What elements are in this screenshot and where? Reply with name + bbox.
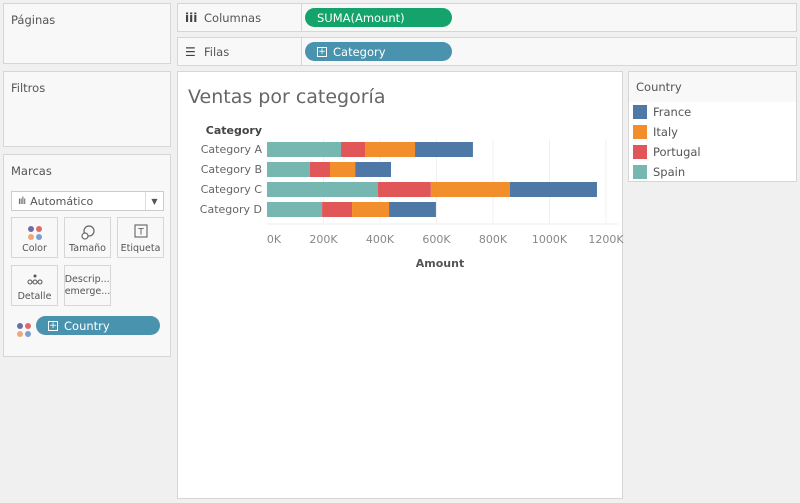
bar-segment-france[interactable]: [509, 182, 597, 197]
x-tick-label: 1000K: [532, 233, 568, 246]
chevron-down-icon[interactable]: ▼: [145, 192, 163, 210]
bar-segment-spain[interactable]: [267, 202, 323, 217]
x-tick-label: 0K: [267, 233, 282, 246]
rows-shelf[interactable]: ☰ Filas + Category: [177, 37, 797, 66]
bar-segment-france[interactable]: [355, 162, 392, 177]
bar-segment-france[interactable]: [389, 202, 436, 217]
marks-title: Marcas: [11, 164, 52, 178]
legend-item-spain[interactable]: Spain: [629, 162, 796, 182]
marks-panel: Marcas ıılı Automático ▼ Color Tamaño T …: [3, 154, 171, 357]
row-header: Category: [206, 124, 262, 137]
columns-label: Columnas: [204, 10, 262, 25]
legend-label: Portugal: [653, 145, 701, 159]
color-dots-icon: [12, 224, 57, 240]
legend-label: Spain: [653, 165, 686, 179]
size-icon: [65, 224, 110, 243]
legend-label: France: [653, 105, 692, 119]
legend-item-portugal[interactable]: Portugal: [629, 142, 796, 162]
legend-title: Country: [629, 72, 796, 102]
country-color-pill[interactable]: + Country: [36, 316, 160, 335]
x-tick-label: 600K: [422, 233, 451, 246]
bar-mark-icon: ıılı: [18, 195, 26, 207]
bar-segment-italy[interactable]: [352, 202, 390, 217]
x-tick-label: 400K: [366, 233, 395, 246]
category-label: Category D: [200, 203, 262, 216]
pages-title: Páginas: [11, 13, 56, 27]
columns-shelf[interactable]: iii Columnas SUMA(Amount): [177, 3, 797, 32]
tooltip-label: Descrip... emerge...: [64, 273, 111, 297]
detail-label: Detalle: [17, 291, 52, 302]
mark-type-value: Automático: [30, 194, 94, 208]
rows-label: Filas: [204, 44, 230, 59]
size-label: Tamaño: [69, 243, 106, 254]
label-button[interactable]: T Etiqueta: [117, 217, 164, 258]
color-dots-icon: [17, 319, 31, 337]
x-axis-title: Amount: [416, 257, 464, 270]
legend-swatch: [633, 105, 647, 119]
bar-segment-italy[interactable]: [430, 182, 510, 197]
legend-item-france[interactable]: France: [629, 102, 796, 122]
label-icon: T: [118, 224, 163, 241]
bar-segment-france[interactable]: [415, 142, 473, 157]
bar-segment-spain[interactable]: [267, 182, 379, 197]
bar-segment-italy[interactable]: [365, 142, 416, 157]
tooltip-button[interactable]: Descrip... emerge...: [64, 265, 111, 306]
bar-segment-spain[interactable]: [267, 162, 310, 177]
filters-panel[interactable]: Filtros: [3, 71, 171, 147]
legend-swatch: [633, 125, 647, 139]
mark-type-dropdown[interactable]: ıılı Automático ▼: [11, 191, 164, 211]
category-pill-label: Category: [333, 44, 386, 59]
bar-segment-italy[interactable]: [329, 162, 356, 177]
legend-item-italy[interactable]: Italy: [629, 122, 796, 142]
label-label: Etiqueta: [120, 243, 161, 254]
x-tick-label: 1200K: [588, 233, 624, 246]
detail-button[interactable]: Detalle: [11, 265, 58, 306]
country-pill-label: Country: [64, 318, 110, 333]
bar-segment-portugal[interactable]: [322, 202, 353, 217]
svg-text:T: T: [137, 228, 144, 238]
bar-segment-portugal[interactable]: [309, 162, 330, 177]
bar-segment-portugal[interactable]: [378, 182, 431, 197]
legend-swatch: [633, 145, 647, 159]
bar-segment-portugal[interactable]: [341, 142, 366, 157]
category-label: Category A: [201, 143, 263, 156]
size-button[interactable]: Tamaño: [64, 217, 111, 258]
expand-icon[interactable]: +: [48, 320, 58, 331]
chart-title: Ventas por categoría: [188, 86, 386, 108]
category-label: Category B: [201, 163, 262, 176]
sum-amount-label: SUMA(Amount): [317, 10, 405, 25]
filters-title: Filtros: [11, 81, 46, 95]
category-pill[interactable]: + Category: [305, 42, 452, 61]
expand-icon[interactable]: +: [317, 46, 327, 57]
x-tick-label: 200K: [309, 233, 338, 246]
bar-chart[interactable]: Category Category A Category B Category C Ca…: [178, 117, 624, 317]
category-label: Category C: [201, 183, 263, 196]
x-tick-label: 800K: [479, 233, 508, 246]
legend-label: Italy: [653, 125, 678, 139]
detail-icon: [12, 272, 57, 289]
color-label: Color: [22, 243, 47, 254]
legend-swatch: [633, 165, 647, 179]
pages-panel[interactable]: Páginas: [3, 3, 171, 64]
columns-icon: iii: [185, 10, 198, 25]
bar-segment-spain[interactable]: [267, 142, 342, 157]
sum-amount-pill[interactable]: SUMA(Amount): [305, 8, 452, 27]
color-button[interactable]: Color: [11, 217, 58, 258]
rows-icon: ☰: [185, 44, 196, 59]
viz-canvas[interactable]: Ventas por categoría Category Category AC…: [177, 71, 624, 499]
color-legend[interactable]: Country France Italy Portugal Spain: [628, 71, 797, 182]
